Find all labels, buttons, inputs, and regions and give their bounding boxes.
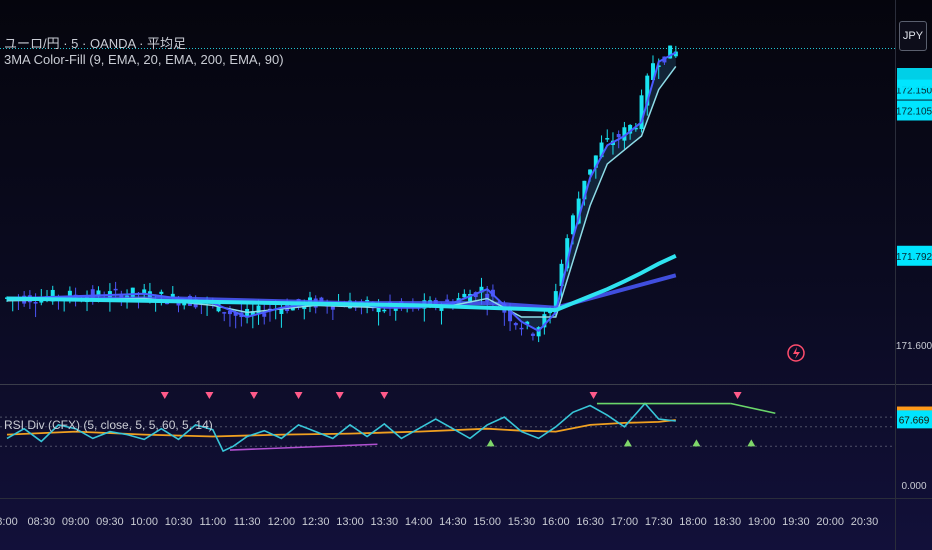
- bear-signal-marker: [205, 392, 214, 399]
- candle-body: [616, 134, 621, 138]
- x-tick-label: 20:30: [851, 516, 879, 528]
- candle-body: [256, 305, 261, 314]
- candle-body: [222, 312, 227, 314]
- x-tick-label: 12:30: [302, 516, 330, 528]
- x-tick-label: 14:30: [439, 516, 467, 528]
- ema-9-line: [6, 51, 677, 333]
- ma-fill: [7, 52, 676, 331]
- x-tick-label: 20:00: [816, 516, 844, 528]
- x-tick-label: 16:00: [542, 516, 570, 528]
- bear-signal-marker: [160, 392, 169, 399]
- x-tick-label: 17:30: [645, 516, 673, 528]
- candle-body: [33, 302, 38, 304]
- bear-signal-marker: [249, 392, 258, 399]
- x-tick-label: 19:00: [748, 516, 776, 528]
- bull-signal-marker: [692, 439, 701, 447]
- x-tick-label: 15:00: [473, 516, 501, 528]
- bear-signal-marker: [294, 392, 303, 399]
- oscillator-legend[interactable]: RSI Div (CFX) (5, close, 5, 5, 60, 5, 14…: [4, 418, 213, 432]
- candle-body: [530, 333, 535, 336]
- bear-signal-marker: [733, 392, 742, 399]
- x-tick-label: 16:30: [576, 516, 604, 528]
- bear-divergence-line-2: [730, 402, 776, 415]
- candle-body: [159, 291, 164, 294]
- x-tick-label: 08:30: [28, 516, 56, 528]
- x-tick-label: 09:00: [62, 516, 90, 528]
- x-tick-label: 13:30: [371, 516, 399, 528]
- x-tick-label: 09:30: [96, 516, 124, 528]
- candle-body: [605, 138, 610, 140]
- x-tick-label: 8:00: [0, 516, 18, 528]
- x-tick-label: 17:00: [611, 516, 639, 528]
- x-tick-label: 19:30: [782, 516, 810, 528]
- candle-body: [462, 293, 467, 298]
- x-tick-label: 18:00: [679, 516, 707, 528]
- candle-body: [113, 288, 118, 291]
- currency-button[interactable]: JPY: [899, 21, 927, 51]
- x-tick-label: 12:00: [268, 516, 296, 528]
- candle-body: [519, 327, 524, 330]
- price-tag-top: [897, 68, 932, 88]
- candle-body: [382, 309, 387, 312]
- indicator-legend[interactable]: 3MA Color-Fill (9, EMA, 20, EMA, 200, EM…: [4, 52, 284, 67]
- bull-signal-marker: [486, 439, 495, 447]
- bear-signal-marker: [589, 392, 598, 399]
- x-tick-label: 10:00: [130, 516, 158, 528]
- x-tick-label: 10:30: [165, 516, 193, 528]
- x-tick-label: 14:00: [405, 516, 433, 528]
- x-tick-label: 11:30: [234, 516, 261, 528]
- symbol-title[interactable]: ユーロ/円 · 5 · OANDA · 平均足: [4, 33, 186, 52]
- bull-signal-marker: [747, 439, 756, 447]
- x-tick-label: 18:30: [714, 516, 742, 528]
- bear-signal-marker: [380, 392, 389, 399]
- candle-body: [485, 293, 490, 302]
- x-tick-label: 11:00: [199, 516, 226, 528]
- candle-body: [513, 323, 518, 326]
- bull-signal-marker: [623, 439, 632, 447]
- ema-20-line: [6, 65, 677, 318]
- osc-axis-label: 0.000: [901, 481, 926, 492]
- chart-canvas[interactable]: 172.150172.105171.792171.60071.62867.669…: [0, 0, 932, 550]
- bear-signal-marker: [335, 392, 344, 399]
- price-label: 171.600: [896, 341, 932, 352]
- bull-divergence-line: [229, 443, 378, 451]
- lightning-bolt-glyph: [793, 347, 800, 359]
- chart-root: 172.150172.105171.792171.60071.62867.669…: [0, 0, 932, 550]
- x-tick-label: 13:00: [336, 516, 364, 528]
- price-tag-label: 171.792: [896, 252, 932, 263]
- x-tick-label: 15:30: [508, 516, 536, 528]
- price-tag-label: 172.105: [896, 107, 932, 118]
- osc-tag-label: 67.669: [899, 415, 930, 426]
- candle-body: [130, 287, 135, 298]
